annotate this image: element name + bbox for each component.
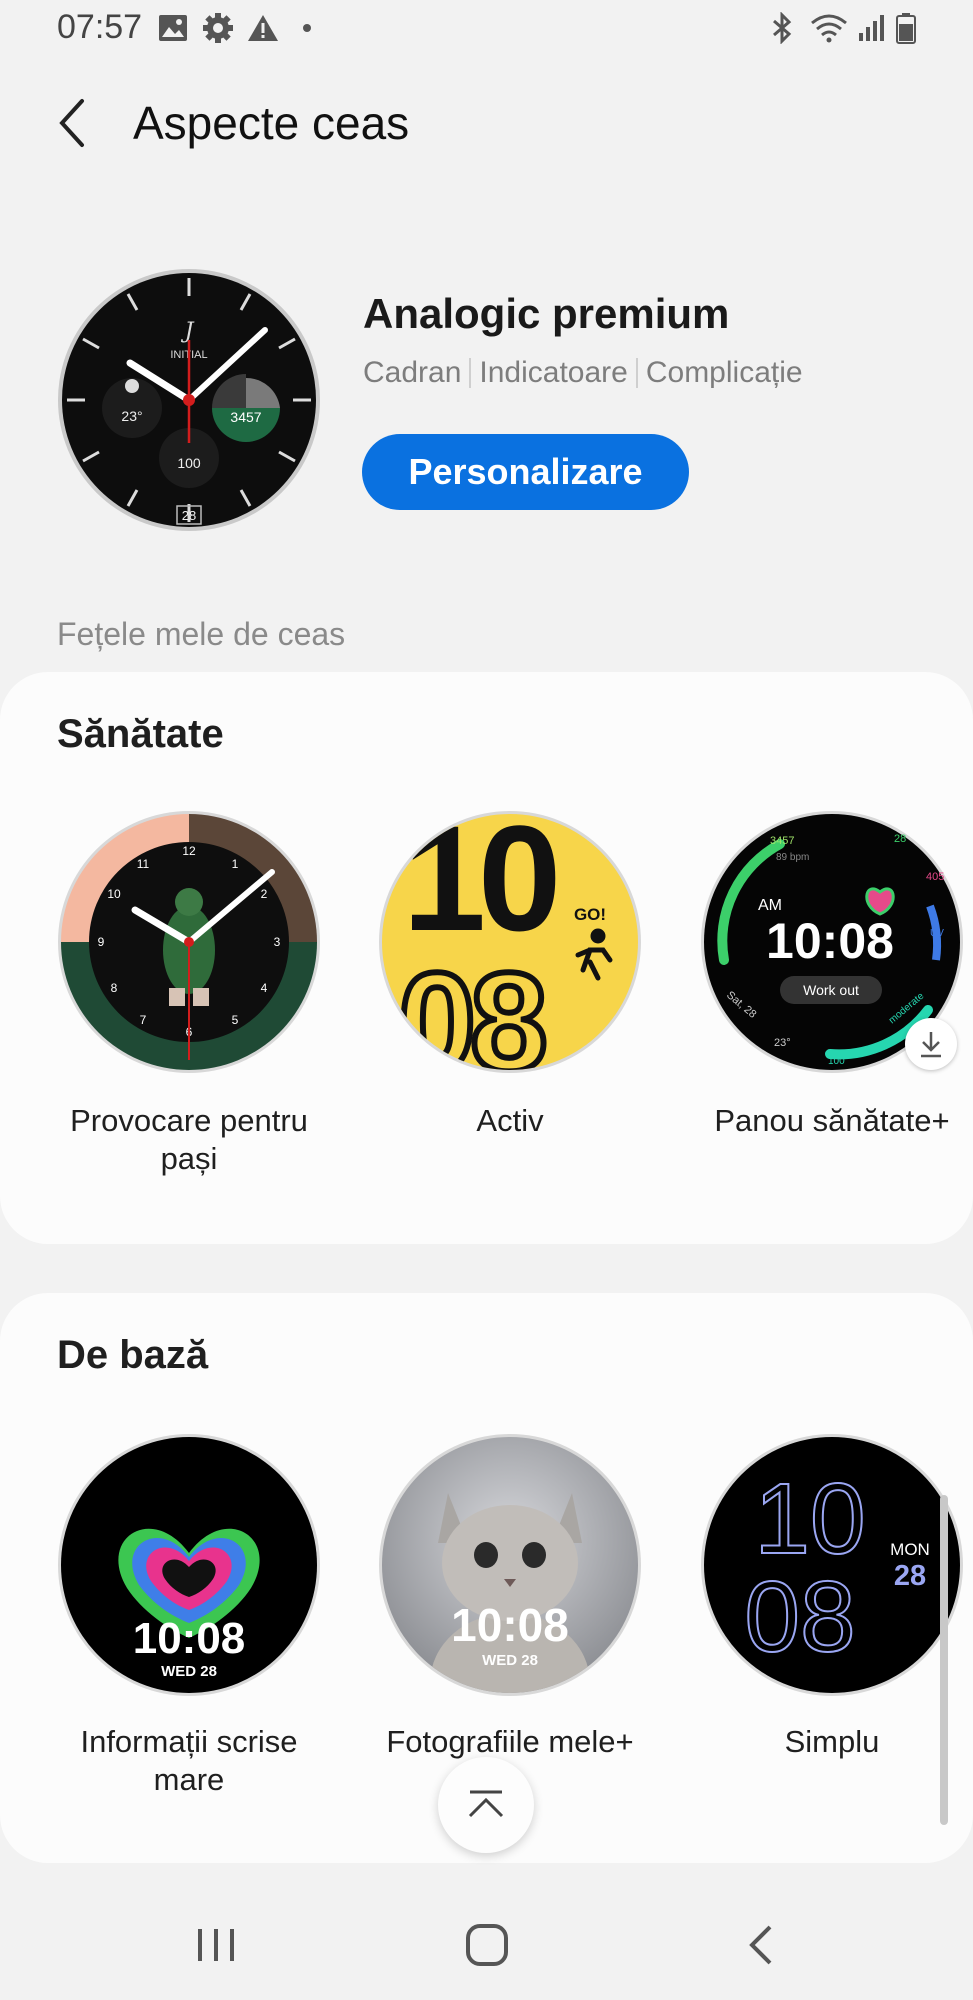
svg-text:28: 28	[182, 508, 196, 523]
download-icon	[921, 1032, 941, 1058]
svg-text:8: 8	[111, 981, 118, 995]
battery-icon	[896, 12, 916, 44]
current-face-options: Cadran Indicatoare Complicație	[363, 356, 803, 390]
scroll-to-top-icon	[468, 1790, 504, 1818]
status-time: 07:57	[57, 8, 143, 46]
svg-text:7: 7	[140, 1013, 147, 1027]
svg-text:2: 2	[261, 887, 268, 901]
face-label: Simplu	[784, 1724, 880, 1759]
svg-text:GO!: GO!	[574, 905, 606, 924]
svg-text:10:08: 10:08	[451, 1599, 569, 1651]
svg-text:23°: 23°	[121, 408, 142, 424]
face-step-challenge[interactable]: 1212 345 678 91011	[57, 810, 321, 1074]
divider	[469, 358, 472, 388]
section-caption: Fețele mele de ceas	[57, 616, 346, 652]
scrollbar[interactable]	[940, 1495, 948, 1825]
warning-icon	[247, 12, 279, 44]
gallery-icon	[158, 12, 188, 44]
svg-text:1: 1	[232, 857, 239, 871]
svg-text:23°: 23°	[774, 1037, 791, 1049]
svg-text:3: 3	[274, 935, 281, 949]
recent-apps-button[interactable]	[186, 1915, 246, 1975]
svg-text:11: 11	[137, 857, 150, 871]
svg-text:100: 100	[828, 1056, 845, 1067]
svg-text:89 bpm: 89 bpm	[776, 852, 809, 863]
face-label: Panou sănătate+	[714, 1103, 950, 1138]
svg-text:28: 28	[894, 1560, 926, 1592]
svg-text:MON: MON	[890, 1540, 930, 1559]
home-icon	[466, 1924, 508, 1966]
svg-text:5: 5	[232, 1013, 239, 1027]
svg-text:28: 28	[894, 833, 906, 845]
wifi-icon	[810, 12, 848, 44]
home-button[interactable]	[457, 1915, 517, 1975]
svg-text:3457: 3457	[230, 409, 261, 425]
option-dial[interactable]: Cadran	[363, 356, 461, 390]
signal-icon	[857, 12, 887, 44]
back-arrow-icon	[59, 99, 84, 147]
svg-text:10:08: 10:08	[766, 913, 894, 969]
svg-text:10: 10	[107, 887, 121, 901]
face-label: Informații scrise mare	[80, 1724, 298, 1797]
svg-text:UV: UV	[930, 928, 944, 939]
svg-text:10:08: 10:08	[133, 1614, 246, 1663]
back-icon	[749, 1925, 772, 1965]
svg-text:405: 405	[926, 871, 944, 883]
bluetooth-icon	[770, 12, 794, 44]
face-label: Activ	[476, 1103, 544, 1138]
svg-text:WED 28: WED 28	[482, 1652, 538, 1669]
svg-text:Work out: Work out	[803, 982, 859, 998]
svg-text:10: 10	[754, 1463, 865, 1575]
svg-text:WED 28: WED 28	[161, 1663, 217, 1680]
svg-text:100: 100	[177, 455, 201, 471]
recent-apps-icon	[198, 1929, 234, 1961]
nav-back-button[interactable]	[732, 1915, 792, 1975]
svg-text:10: 10	[403, 810, 556, 962]
face-label: Provocare pentru pași	[70, 1103, 308, 1176]
face-simple[interactable]: 10 08 MON 28	[700, 1433, 964, 1697]
svg-text:08: 08	[744, 1561, 855, 1673]
page-title: Aspecte ceas	[133, 97, 410, 149]
face-label: Fotografiile mele+	[386, 1724, 634, 1759]
scroll-to-top-button[interactable]	[438, 1757, 534, 1853]
svg-text:9: 9	[98, 935, 105, 949]
basic-title: De bază	[57, 1333, 209, 1377]
face-activ[interactable]: 10 08 GO!	[378, 810, 642, 1074]
face-big-info[interactable]: 10:08 WED 28	[57, 1433, 321, 1697]
face-my-photos[interactable]: 10:08 WED 28	[378, 1433, 642, 1697]
customize-button[interactable]: Personalizare	[362, 434, 689, 510]
svg-text:08: 08	[398, 943, 544, 1074]
svg-text:12: 12	[182, 844, 196, 858]
health-card: Sănătate 1212 345 678 91011	[0, 672, 973, 1244]
download-button[interactable]	[905, 1018, 957, 1070]
svg-text:AM: AM	[758, 897, 782, 914]
svg-text:4: 4	[261, 981, 268, 995]
current-watch-face-preview[interactable]: J INITIAL 23° 3457 100 28	[57, 268, 321, 532]
option-hands[interactable]: Indicatoare	[479, 356, 627, 390]
settings-icon	[202, 12, 234, 44]
option-complications[interactable]: Complicație	[646, 356, 803, 390]
current-face-name: Analogic premium	[363, 290, 730, 337]
dot-icon	[302, 12, 312, 44]
divider	[635, 358, 638, 388]
back-button[interactable]	[52, 95, 96, 151]
health-title: Sănătate	[57, 712, 224, 756]
svg-text:3457: 3457	[770, 835, 794, 847]
